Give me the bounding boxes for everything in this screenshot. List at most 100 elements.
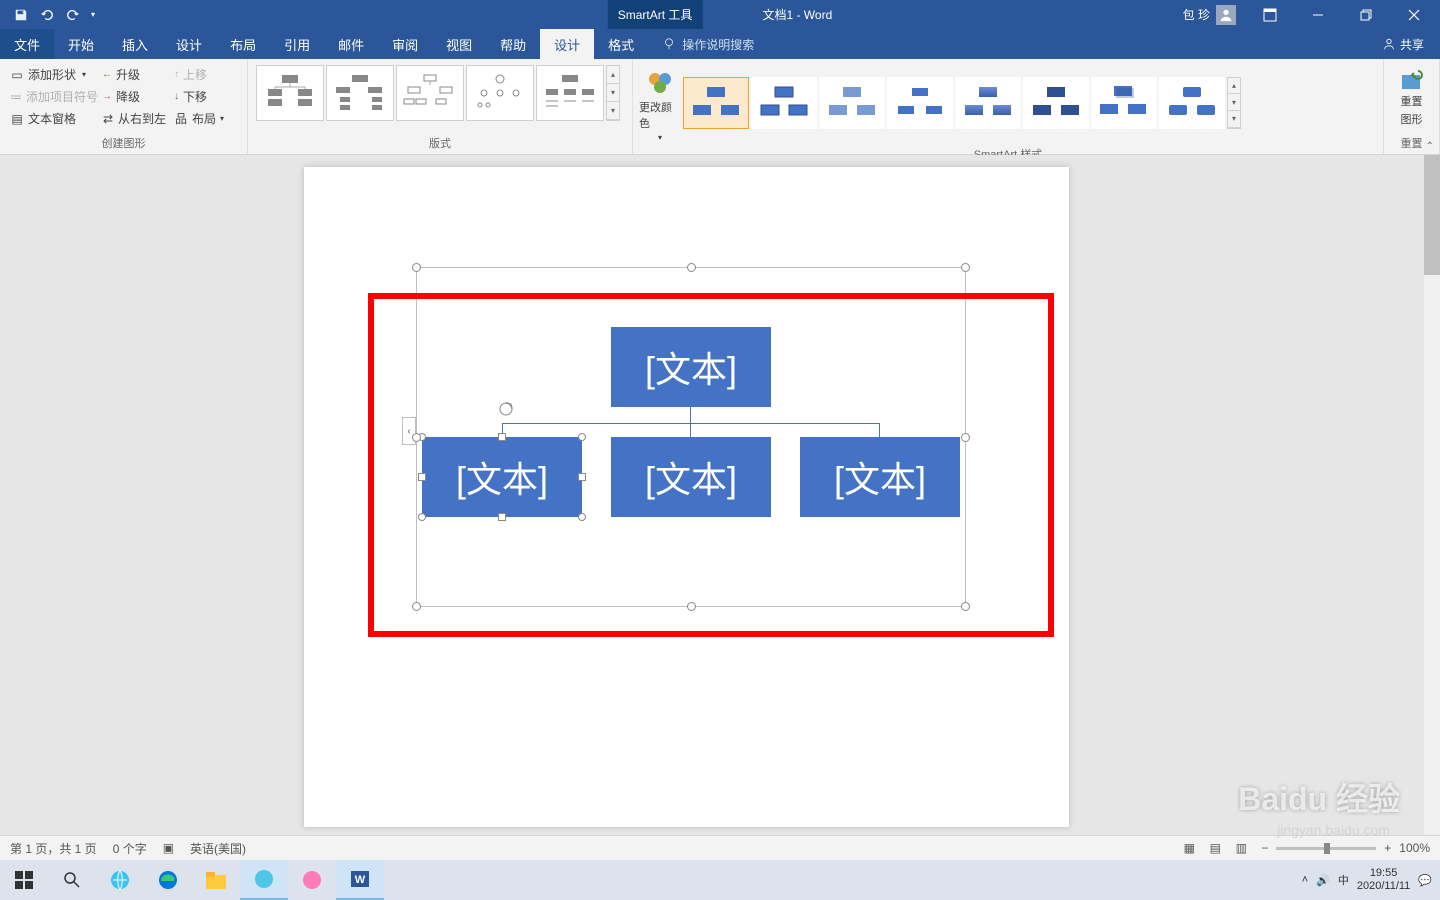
tab-smartart-design[interactable]: 设计 [540, 29, 594, 59]
ribbon-display-button[interactable] [1248, 0, 1292, 29]
layout-option-5[interactable] [536, 65, 604, 121]
read-mode-button[interactable]: ▦ [1177, 838, 1201, 858]
language-indicator[interactable]: 英语(美国) [190, 840, 246, 857]
qat-customize[interactable]: ▾ [86, 0, 100, 29]
reset-icon [1400, 69, 1424, 91]
minimize-button[interactable] [1296, 0, 1340, 29]
svg-text:W: W [355, 874, 366, 886]
tab-references[interactable]: 引用 [270, 29, 324, 59]
notifications-icon[interactable]: 💬 [1418, 874, 1432, 887]
tab-file[interactable]: 文件 [0, 29, 54, 59]
colors-icon [645, 69, 675, 97]
add-shape-icon: ▭ [10, 69, 24, 81]
smartart-object[interactable]: ‹ [文本] [文本] [文本] [文本] [416, 267, 966, 607]
taskbar-ie[interactable] [96, 860, 144, 900]
layout-gallery-more[interactable]: ▴▾▾ [606, 65, 620, 121]
tab-insert[interactable]: 插入 [108, 29, 162, 59]
taskbar-word[interactable]: W [336, 860, 384, 900]
web-layout-button[interactable]: ▥ [1229, 838, 1253, 858]
layout-option-2[interactable] [326, 65, 394, 121]
style-gallery: ▴▾▾ [681, 75, 1243, 131]
move-down-button[interactable]: ↓下移 [170, 87, 230, 106]
arrow-right-icon: → [102, 91, 112, 102]
tab-layout[interactable]: 布局 [216, 29, 270, 59]
start-button[interactable] [0, 860, 48, 900]
spellcheck-icon[interactable]: ▣ [163, 841, 174, 855]
ribbon: ▭添加形状▾ ≔添加项目符号 ▤文本窗格 ←升级 →降级 ⇄从右到左 ↑上移 ↓… [0, 59, 1440, 155]
style-gallery-more[interactable]: ▴▾▾ [1227, 77, 1241, 129]
undo-button[interactable] [34, 0, 60, 29]
change-colors-button[interactable]: 更改颜色 ▾ [639, 63, 681, 142]
taskbar-app-1[interactable] [240, 860, 288, 900]
lightbulb-icon [662, 37, 676, 51]
rtl-button[interactable]: ⇄从右到左 [98, 109, 170, 128]
restore-button[interactable] [1344, 0, 1388, 29]
ribbon-tabs: 文件 开始 插入 设计 布局 引用 邮件 审阅 视图 帮助 设计 格式 操作说明… [0, 29, 1440, 59]
style-option-7[interactable] [1091, 77, 1157, 129]
layout-option-4[interactable] [466, 65, 534, 121]
tray-volume-icon[interactable]: 🔊 [1316, 874, 1330, 887]
layout-option-3[interactable] [396, 65, 464, 121]
tray-chevron-icon[interactable]: ˄ [1302, 874, 1308, 886]
zoom-level[interactable]: 100% [1399, 841, 1430, 855]
frame-handles [416, 267, 966, 607]
taskbar-app-2[interactable] [288, 860, 336, 900]
style-option-1[interactable] [683, 77, 749, 129]
tab-smartart-format[interactable]: 格式 [594, 29, 648, 59]
textpane-icon: ▤ [10, 113, 24, 125]
scrollbar-thumb[interactable] [1424, 155, 1440, 275]
add-bullet-button: ≔添加项目符号 [6, 87, 98, 106]
taskbar-explorer[interactable] [192, 860, 240, 900]
status-bar: 第 1 页，共 1 页 0 个字 ▣ 英语(美国) ▦ ▤ ▥ − + 100% [0, 835, 1440, 860]
tab-review[interactable]: 审阅 [378, 29, 432, 59]
tab-view[interactable]: 视图 [432, 29, 486, 59]
tab-design[interactable]: 设计 [162, 29, 216, 59]
reset-graphic-button[interactable]: 重置 图形 [1390, 63, 1433, 127]
taskbar-edge[interactable] [144, 860, 192, 900]
text-pane-button[interactable]: ▤文本窗格 [6, 109, 98, 128]
vertical-scrollbar[interactable] [1424, 155, 1440, 835]
add-shape-button[interactable]: ▭添加形状▾ [6, 65, 98, 84]
group-label-layouts: 版式 [248, 135, 632, 154]
user-account[interactable]: 包 珍 [1175, 5, 1244, 25]
style-option-5[interactable] [955, 77, 1021, 129]
arrow-left-icon: ← [102, 69, 112, 80]
view-buttons: ▦ ▤ ▥ [1177, 838, 1253, 858]
arrow-down-icon: ↓ [174, 91, 179, 102]
style-option-3[interactable] [819, 77, 885, 129]
page-indicator[interactable]: 第 1 页，共 1 页 [10, 840, 97, 857]
close-button[interactable] [1392, 0, 1436, 29]
tab-help[interactable]: 帮助 [486, 29, 540, 59]
redo-button[interactable] [60, 0, 86, 29]
rtl-icon: ⇄ [102, 113, 114, 125]
print-layout-button[interactable]: ▤ [1203, 838, 1227, 858]
style-option-4[interactable] [887, 77, 953, 129]
share-button[interactable]: 共享 [1366, 29, 1440, 59]
tell-me-search[interactable]: 操作说明搜索 [648, 29, 768, 59]
layout-option-1[interactable] [256, 65, 324, 121]
arrow-up-icon: ↑ [174, 69, 179, 80]
clock[interactable]: 19:55 2020/11/11 [1357, 867, 1410, 893]
bullet-icon: ≔ [10, 91, 22, 103]
tab-home[interactable]: 开始 [54, 29, 108, 59]
zoom-in-button[interactable]: + [1384, 841, 1391, 855]
style-option-2[interactable] [751, 77, 817, 129]
document-title: 文档1 - Word [762, 6, 832, 23]
zoom-out-button[interactable]: − [1261, 841, 1268, 855]
group-label-create: 创建图形 [0, 135, 247, 154]
search-button[interactable] [48, 860, 96, 900]
promote-button[interactable]: ←升级 [98, 65, 170, 84]
system-tray: ˄ 🔊 中 19:55 2020/11/11 💬 [1302, 867, 1440, 893]
username: 包 珍 [1183, 6, 1210, 23]
layout-button[interactable]: 品布局▾ [170, 109, 230, 128]
style-option-8[interactable] [1159, 77, 1225, 129]
quick-access-toolbar: ▾ [0, 0, 100, 29]
save-button[interactable] [8, 0, 34, 29]
demote-button[interactable]: →降级 [98, 87, 170, 106]
ime-indicator[interactable]: 中 [1338, 872, 1349, 888]
tab-mailings[interactable]: 邮件 [324, 29, 378, 59]
zoom-slider[interactable] [1276, 847, 1376, 850]
word-count[interactable]: 0 个字 [113, 840, 147, 857]
ribbon-collapse-button[interactable]: ⌃ [1426, 141, 1434, 152]
style-option-6[interactable] [1023, 77, 1089, 129]
